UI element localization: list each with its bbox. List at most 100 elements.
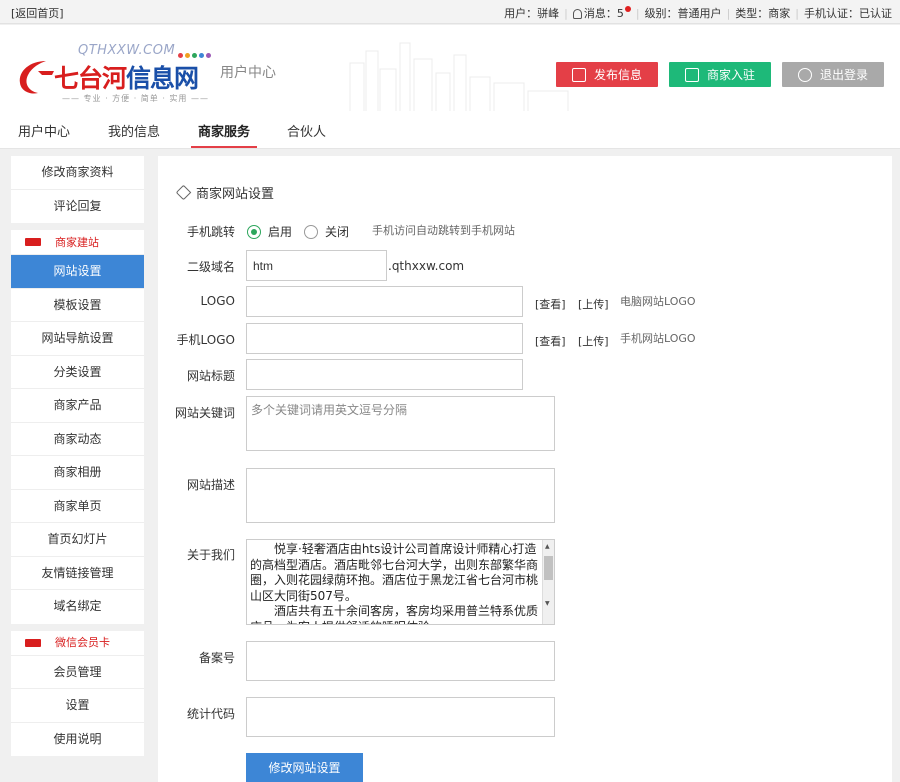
mobile-logo-view-link[interactable]: [查看] xyxy=(535,333,566,349)
sidebar-item-pages[interactable]: 商家单页 xyxy=(11,490,144,523)
logo-hint: 电脑网站LOGO xyxy=(620,295,696,308)
sidebar: 修改商家资料 评论回复 商家建站 网站设置 模板设置 网站导航设置 分类设置 商… xyxy=(11,156,144,763)
mobile-verify-status: 手机认证：已认证 xyxy=(804,7,892,20)
sidebar-item-template[interactable]: 模板设置 xyxy=(11,289,144,322)
shop-icon xyxy=(684,67,699,82)
sidebar-item-member-manage[interactable]: 会员管理 xyxy=(11,656,144,689)
divider: | xyxy=(795,6,799,20)
sidebar-item-card-settings[interactable]: 设置 xyxy=(11,689,144,723)
radio-disable[interactable]: 关闭 xyxy=(304,223,349,240)
logo-label: LOGO xyxy=(200,294,235,308)
username: 用户：骈峰 xyxy=(504,7,560,20)
site-title-label: 网站标题 xyxy=(186,369,235,383)
logo-swoosh-icon xyxy=(19,61,54,94)
logo-upload-link[interactable]: [上传] xyxy=(578,296,609,312)
tab-user-center[interactable]: 用户中心 xyxy=(18,121,70,140)
about-textarea[interactable]: 悦享·轻奢酒店由hts设计公司首席设计师精心打造的高档型酒店。酒店毗邻七台河大学… xyxy=(246,539,555,625)
unread-dot xyxy=(624,6,631,12)
about-scrollbar[interactable]: ▲ ▼ xyxy=(542,540,554,624)
edit-icon xyxy=(571,67,586,82)
radio-circle-checked xyxy=(247,224,261,239)
scroll-thumb[interactable] xyxy=(544,556,553,580)
radio-disable-label: 关闭 xyxy=(325,225,350,239)
sidebar-item-edit-profile[interactable]: 修改商家资料 xyxy=(11,156,144,190)
sidebar-item-instructions[interactable]: 使用说明 xyxy=(11,723,144,757)
site-settings-panel: 商家网站设置 手机跳转 启用 关闭 手机访问自动跳转到手机网站 二级域名 .qt… xyxy=(158,156,892,782)
subdomain-input[interactable] xyxy=(246,250,387,281)
sidebar-item-comment-reply[interactable]: 评论回复 xyxy=(11,190,144,224)
scroll-down-icon[interactable]: ▼ xyxy=(545,600,550,608)
stats-code-textarea[interactable] xyxy=(246,697,555,737)
divider: | xyxy=(726,6,731,20)
logout-icon xyxy=(797,67,812,82)
main-nav: 用户中心 我的信息 商家服务 合伙人 xyxy=(0,111,900,149)
sidebar-group-header: 商家建站 xyxy=(11,230,144,255)
merchant-join-label: 商家入驻 xyxy=(706,68,755,82)
keywords-label: 网站关键词 xyxy=(174,406,235,420)
section-title: 商家网站设置 xyxy=(175,183,274,202)
mobile-logo-upload-link[interactable]: [上传] xyxy=(578,333,609,349)
mobile-logo-hint: 手机网站LOGO xyxy=(620,332,696,345)
merchant-join-button[interactable]: 商家入驻 xyxy=(669,62,771,87)
divider: | xyxy=(635,6,640,20)
messages-link[interactable]: 消息：5 xyxy=(584,5,624,21)
about-label: 关于我们 xyxy=(186,548,235,562)
logo-view-link[interactable]: [查看] xyxy=(535,296,566,312)
sidebar-item-domain-bind[interactable]: 域名绑定 xyxy=(11,590,144,624)
back-home-link[interactable]: [返回首页] xyxy=(11,5,64,21)
bell-icon xyxy=(572,9,582,19)
vip-icon xyxy=(25,238,41,246)
sidebar-item-site-nav[interactable]: 网站导航设置 xyxy=(11,322,144,356)
tab-my-info[interactable]: 我的信息 xyxy=(108,121,160,140)
user-level: 级别：普通用户 xyxy=(644,7,722,20)
sidebar-item-album[interactable]: 商家相册 xyxy=(11,456,144,490)
sidebar-group-profile: 修改商家资料 评论回复 xyxy=(11,156,144,223)
sidebar-item-products[interactable]: 商家产品 xyxy=(11,389,144,423)
subdomain-label: 二级域名 xyxy=(186,260,235,274)
sidebar-item-slideshow[interactable]: 首页幻灯片 xyxy=(11,523,144,557)
logout-label: 退出登录 xyxy=(819,68,868,82)
sidebar-group-title: 微信会员卡 xyxy=(55,636,110,649)
header: QTHXXW.COM 七台河信息网 —— 专业 · 方便 · 简单 · 实用 —… xyxy=(0,25,900,113)
divider: | xyxy=(564,6,568,20)
logo-input[interactable] xyxy=(246,286,523,317)
skyline-decoration xyxy=(290,42,600,113)
tab-merchant-service[interactable]: 商家服务 xyxy=(198,121,250,140)
post-info-label: 发布信息 xyxy=(593,68,642,82)
icp-label: 备案号 xyxy=(198,651,235,665)
sidebar-group-header: 微信会员卡 xyxy=(11,631,144,656)
post-info-button[interactable]: 发布信息 xyxy=(556,62,658,87)
user-type: 类型：商家 xyxy=(735,7,791,20)
subdomain-suffix: .qthxxw.com xyxy=(388,259,465,273)
site-logo[interactable]: QTHXXW.COM 七台河信息网 —— 专业 · 方便 · 简单 · 实用 —… xyxy=(14,43,214,115)
sidebar-group-wechat-card: 微信会员卡 会员管理 设置 使用说明 xyxy=(11,630,144,757)
about-paragraph: 酒店共有五十余间客房，客房均采用普兰特系优质床品，为客人提供舒适的睡眠体验。 xyxy=(250,604,539,624)
description-textarea[interactable] xyxy=(246,468,555,523)
scroll-up-icon[interactable]: ▲ xyxy=(545,543,550,551)
radio-enable[interactable]: 启用 xyxy=(247,223,292,240)
radio-circle xyxy=(304,224,318,239)
logout-button[interactable]: 退出登录 xyxy=(782,62,884,87)
tab-partner[interactable]: 合伙人 xyxy=(287,121,326,140)
keywords-textarea[interactable] xyxy=(246,396,555,451)
radio-enable-label: 启用 xyxy=(268,225,293,239)
tag-icon xyxy=(175,184,192,201)
about-content: 悦享·轻奢酒店由hts设计公司首席设计师精心打造的高档型酒店。酒店毗邻七台河大学… xyxy=(247,540,554,624)
save-site-settings-button[interactable]: 修改网站设置 xyxy=(246,753,363,782)
sidebar-group-title: 商家建站 xyxy=(55,235,99,249)
sidebar-item-category[interactable]: 分类设置 xyxy=(11,356,144,389)
sidebar-item-friend-links[interactable]: 友情链接管理 xyxy=(11,557,144,590)
stats-code-label: 统计代码 xyxy=(186,707,235,721)
user-info: 用户：骈峰 | 消息：5 | 级别：普通用户 | 类型：商家 | 手机认证：已认… xyxy=(504,5,892,21)
logo-domain: QTHXXW.COM xyxy=(78,43,176,58)
mobile-logo-input[interactable] xyxy=(246,323,523,354)
icp-textarea[interactable] xyxy=(246,641,555,681)
top-bar: [返回首页] 用户：骈峰 | 消息：5 | 级别：普通用户 | 类型：商家 | … xyxy=(0,0,900,24)
sidebar-item-news[interactable]: 商家动态 xyxy=(11,423,144,456)
description-label: 网站描述 xyxy=(186,478,235,492)
about-paragraph: 悦享·轻奢酒店由hts设计公司首席设计师精心打造的高档型酒店。酒店毗邻七台河大学… xyxy=(250,542,539,603)
sidebar-item-site-settings[interactable]: 网站设置 xyxy=(11,255,144,289)
mobile-jump-hint: 手机访问自动跳转到手机网站 xyxy=(372,224,515,237)
site-title-input[interactable] xyxy=(246,359,523,390)
user-center-title: 用户中心 xyxy=(220,65,276,81)
